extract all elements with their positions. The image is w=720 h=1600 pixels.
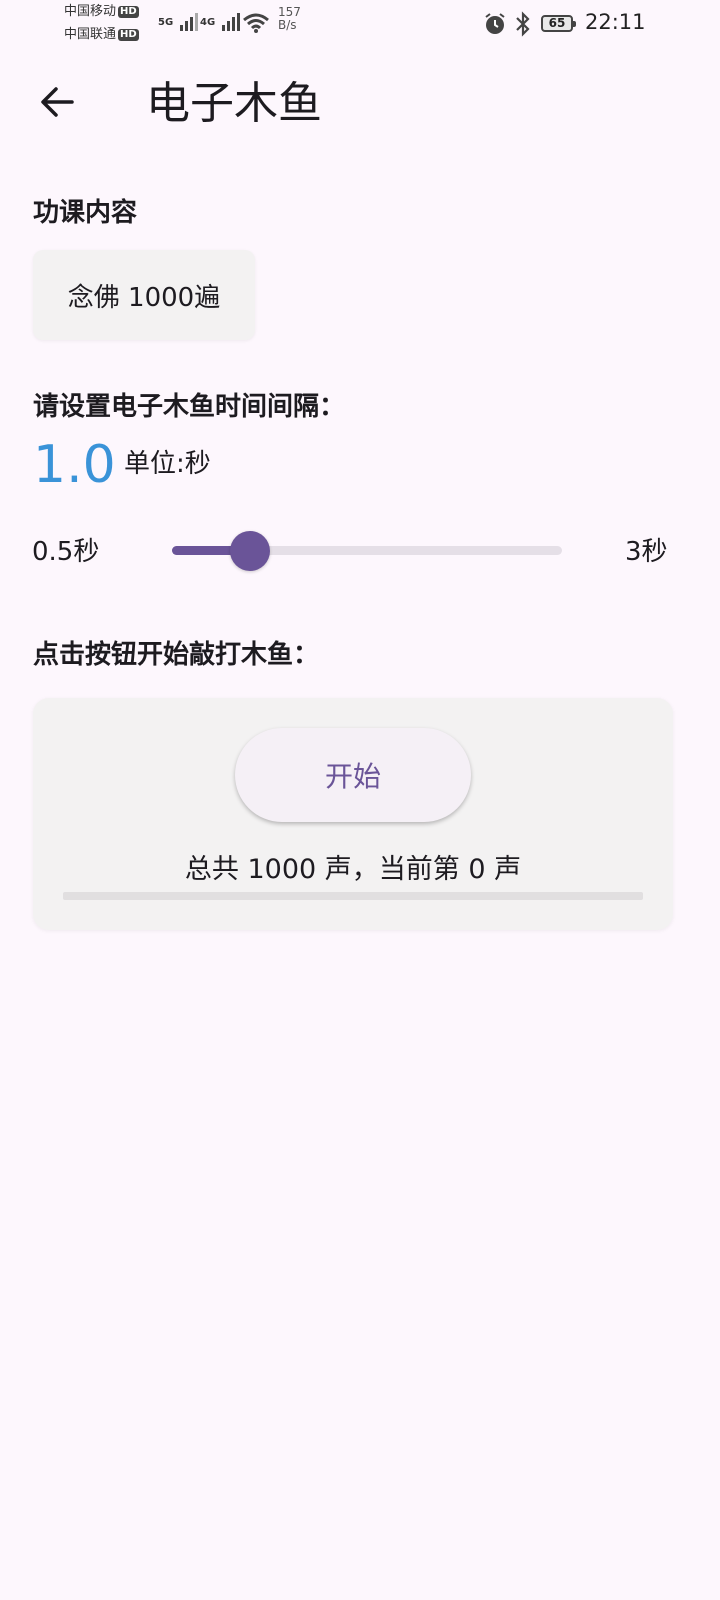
progress-bar	[63, 892, 643, 900]
carrier-1-label: 中国移动	[64, 4, 117, 19]
speed-unit: B/s	[278, 18, 297, 32]
start-button[interactable]: 开始	[235, 728, 471, 822]
clock: 22:11	[585, 10, 646, 34]
wifi-icon	[243, 13, 269, 33]
lesson-label: 功课内容	[33, 198, 138, 228]
carrier-2: 中国联通 HD	[64, 28, 139, 42]
network-speed: 157 B/s	[278, 6, 301, 32]
slider-max-label: 3秒	[625, 537, 668, 567]
interval-slider[interactable]	[172, 531, 562, 571]
slider-min-label: 0.5秒	[32, 537, 100, 567]
count-text: 总共 1000 声，当前第 0 声	[184, 854, 522, 885]
lesson-chip[interactable]: 念佛 1000遍	[33, 250, 255, 340]
network-type-2: 4G	[200, 17, 216, 28]
slider-thumb[interactable]	[230, 531, 270, 571]
counter-card: 开始 总共 1000 声，当前第 0 声	[33, 698, 673, 930]
arrow-left-icon	[41, 87, 74, 117]
carrier-1: 中国移动 HD	[64, 5, 139, 19]
interval-label: 请设置电子木鱼时间间隔：	[33, 392, 346, 422]
network-type-1: 5G	[158, 17, 174, 28]
signal-icon-2: 4G	[200, 10, 244, 31]
carrier-2-label: 中国联通	[64, 27, 117, 42]
alarm-icon	[485, 13, 505, 34]
hd-badge: HD	[118, 6, 139, 18]
battery-level: 65	[548, 16, 566, 30]
status-bar: 中国移动 HD 中国联通 HD 5G 4G 157 B/s 65 22:11	[0, 0, 720, 48]
interval-unit: 单位:秒	[124, 449, 211, 479]
action-label: 点击按钮开始敲打木鱼：	[33, 640, 320, 670]
page-title: 电子木鱼	[146, 78, 322, 129]
signal-icon: 5G	[158, 10, 200, 31]
back-button[interactable]	[36, 80, 80, 124]
hd-badge: HD	[118, 29, 139, 41]
interval-value: 1.0	[33, 435, 116, 495]
bluetooth-icon	[516, 11, 530, 37]
battery-icon: 65	[541, 15, 576, 32]
